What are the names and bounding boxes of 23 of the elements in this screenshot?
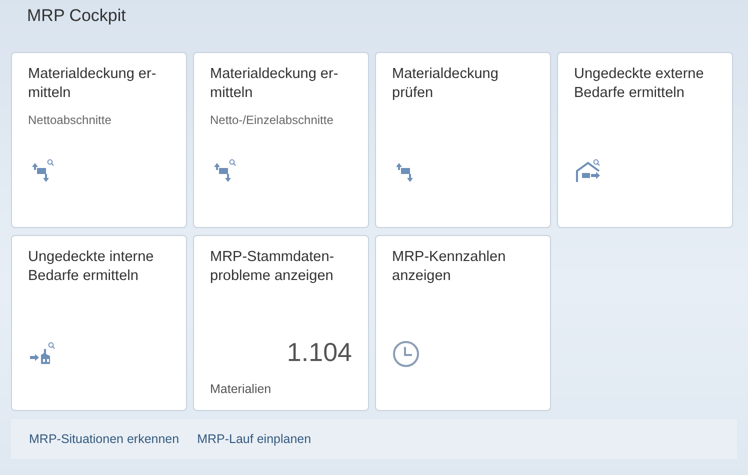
- tile-title: Materialdeckung er- mitteln: [28, 65, 158, 103]
- app-tile[interactable]: Materialdeckung er- mitteln Nettoabschnitte: [11, 52, 187, 228]
- app-tile[interactable]: Ungedeckte interne Bedarfe ermitteln: [11, 235, 187, 411]
- app-tile[interactable]: Ungedeckte externe Bedarfe ermitteln: [557, 52, 733, 228]
- tile-title: Materialdeckung er- mitteln: [210, 65, 340, 103]
- tile-subtitle: Nettoabschnitte: [28, 113, 112, 127]
- app-tile[interactable]: MRP-Stammdaten- probleme anzeigen 1.104 Materialien: [193, 235, 369, 411]
- app-tile[interactable]: Materialdeckung er- mitteln Netto-/Einzelabschnitte: [193, 52, 369, 228]
- page-title: MRP Cockpit: [26, 5, 127, 27]
- tile-title: Ungedeckte interne Bedarfe ermitteln: [28, 248, 155, 286]
- kpi-value: 1.104: [286, 337, 352, 368]
- kpi-unit: Materialien: [210, 382, 272, 396]
- tile-title: MRP-Kennzahlen anzeigen: [392, 248, 507, 286]
- app-tile[interactable]: Materialdeckung prüfen: [375, 52, 551, 228]
- clock-icon: [392, 340, 420, 368]
- house-icon: [574, 157, 602, 185]
- tile-title: Ungedeckte externe Bedarfe ermitteln: [574, 65, 705, 103]
- tile-title: Materialdeckung prüfen: [392, 65, 500, 103]
- app-tile[interactable]: MRP-Kennzahlen anzeigen: [375, 235, 551, 411]
- footer-link[interactable]: MRP-Situationen erkennen: [29, 432, 180, 446]
- tile-title: MRP-Stammdaten- probleme anzeigen: [210, 248, 336, 286]
- tile-subtitle: Netto-/Einzelabschnitte: [210, 113, 334, 127]
- footer-link[interactable]: MRP-Lauf einplanen: [197, 432, 312, 446]
